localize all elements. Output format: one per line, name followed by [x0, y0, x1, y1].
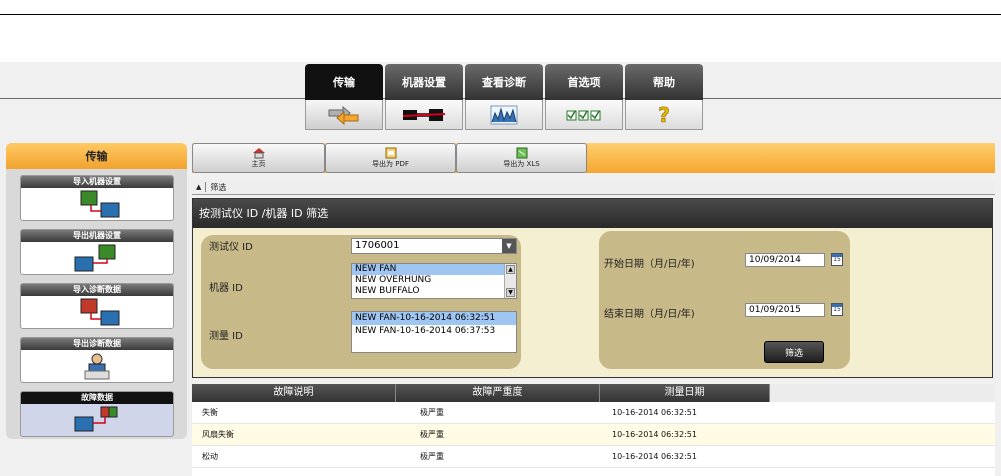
date-filter-group: 开始日期（月/日/年) 10/09/2014 15 结束日期（月/日/年) 01… — [599, 231, 850, 369]
tab-label: 传输 — [305, 64, 383, 100]
measure-date: 10-16-2014 06:32:51 — [612, 408, 697, 417]
export-data-icon — [21, 350, 173, 382]
chevron-down-icon[interactable]: ▼ — [502, 239, 516, 253]
nav-item-label: 故障数据 — [21, 392, 173, 404]
divider — [205, 182, 207, 192]
fault-data-icon — [21, 404, 173, 436]
nav-item-label: 导入诊断数据 — [21, 284, 173, 296]
filter-panel: 按测试仪 ID /机器 ID 筛选 测试仪 ID 1706001 ▼ 机器 ID… — [192, 198, 993, 378]
main-tabs: 传输 机器设置 查看诊断 首选项 帮助 ? — [305, 64, 703, 130]
transfer-icon — [305, 100, 383, 130]
nav-import-machine-setup[interactable]: 导入机器设置 — [20, 175, 174, 221]
fault-description: 风扇失衡 — [202, 430, 234, 439]
export-setup-icon — [21, 242, 173, 274]
scroll-up-icon[interactable]: ▲ — [506, 265, 515, 274]
tester-id-select[interactable]: 1706001 ▼ — [351, 238, 517, 254]
filter-button[interactable]: 筛选 — [764, 341, 824, 363]
nav-fault-data[interactable]: 故障数据 — [20, 391, 174, 437]
tab-transfer[interactable]: 传输 — [305, 64, 383, 130]
measure-id-label: 测量 ID — [209, 331, 243, 342]
nav-export-diagnosis-data[interactable]: 导出诊断数据 — [20, 337, 174, 383]
pdf-label: 导出为 PDF — [372, 160, 409, 168]
id-filter-group: 测试仪 ID 1706001 ▼ 机器 ID NEW FAN NEW OVERH… — [201, 235, 521, 369]
list-item[interactable]: NEW FAN-10-16-2014 06:32:51 — [352, 312, 516, 325]
nav-item-label: 导出机器设置 — [21, 230, 173, 242]
tab-machine-setup[interactable]: 机器设置 — [385, 64, 463, 130]
top-divider — [0, 14, 1001, 15]
nav-import-diagnosis-data[interactable]: 导入诊断数据 — [20, 283, 174, 329]
measure-id-list[interactable]: NEW FAN-10-16-2014 06:32:51 NEW FAN-10-1… — [351, 311, 517, 353]
machine-setup-icon — [385, 100, 463, 130]
start-date-input[interactable]: 10/09/2014 — [745, 253, 825, 267]
table-row[interactable]: 风扇失衡 极严重 10-16-2014 06:32:51 — [192, 424, 995, 446]
tab-label: 机器设置 — [385, 64, 463, 100]
home-button[interactable]: 主页 — [192, 143, 325, 173]
table-row[interactable]: 松动 极严重 10-16-2014 06:32:51 — [192, 446, 995, 468]
column-header[interactable]: 测量日期 — [600, 384, 770, 402]
measure-date: 10-16-2014 06:32:51 — [612, 452, 697, 461]
fault-description: 失衡 — [202, 408, 218, 417]
left-panel-title: 传输 — [6, 143, 187, 169]
tab-view-diagnosis[interactable]: 查看诊断 — [465, 64, 543, 130]
tab-help[interactable]: 帮助 ? — [625, 64, 703, 130]
import-setup-icon — [21, 188, 173, 220]
fault-severity: 极严重 — [420, 430, 444, 439]
filter-bar-label: 筛选 — [210, 182, 227, 192]
export-pdf-button[interactable]: 导出为 PDF — [325, 143, 456, 173]
start-date-label: 开始日期（月/日/年) — [604, 259, 695, 270]
end-date-label: 结束日期（月/日/年) — [604, 309, 695, 320]
list-item[interactable]: NEW BUFFALO — [352, 286, 516, 297]
collapse-toggle-icon[interactable]: ▲ — [196, 183, 201, 191]
tab-label: 首选项 — [545, 64, 623, 100]
filter-panel-title: 按测试仪 ID /机器 ID 筛选 — [193, 199, 992, 228]
list-item[interactable]: NEW FAN-10-16-2014 06:37:53 — [352, 325, 516, 338]
table-row[interactable]: 失衡 极严重 10-16-2014 06:32:51 — [192, 402, 995, 424]
fault-description: 松动 — [202, 452, 218, 461]
preferences-icon — [545, 100, 623, 130]
tester-id-value: 1706001 — [355, 240, 400, 251]
import-data-icon — [21, 296, 173, 328]
tester-id-label: 测试仪 ID — [209, 242, 253, 253]
home-icon — [252, 148, 265, 159]
left-panel: 传输 导入机器设置 导出机器设置 导入诊断数据 导出诊断数据 故障数据 — [6, 143, 187, 439]
nav-item-label: 导出诊断数据 — [21, 338, 173, 350]
view-diagnosis-icon — [465, 100, 543, 130]
calendar-icon[interactable]: 15 — [831, 303, 843, 316]
tab-label: 查看诊断 — [465, 64, 543, 100]
scroll-down-icon[interactable]: ▼ — [506, 288, 515, 297]
measure-date: 10-16-2014 06:32:51 — [612, 430, 697, 439]
end-date-input[interactable]: 01/09/2015 — [745, 303, 825, 317]
toolbar: 主页 导出为 PDF 导出为 XLS — [192, 143, 995, 173]
export-xls-button[interactable]: 导出为 XLS — [456, 143, 587, 173]
xls-icon — [516, 147, 527, 159]
machine-id-list[interactable]: NEW FAN NEW OVERHUNG NEW BUFFALO ▲ ▼ — [351, 263, 517, 299]
xls-label: 导出为 XLS — [503, 160, 540, 168]
fault-severity: 极严重 — [420, 452, 444, 461]
nav-export-machine-setup[interactable]: 导出机器设置 — [20, 229, 174, 275]
machine-id-label: 机器 ID — [209, 283, 243, 294]
table-header: 故障说明 故障严重度 测量日期 — [192, 384, 995, 402]
list-item[interactable]: NEW OVERHUNG — [352, 275, 516, 286]
filter-bar: ▲ 筛选 — [192, 180, 995, 195]
tab-label: 帮助 — [625, 64, 703, 100]
fault-table: 故障说明 故障严重度 测量日期 失衡 极严重 10-16-2014 06:32:… — [192, 384, 995, 476]
home-label: 主页 — [251, 160, 266, 168]
column-header[interactable]: 故障严重度 — [396, 384, 600, 402]
calendar-icon[interactable]: 15 — [831, 253, 843, 266]
svg-text:?: ? — [658, 104, 670, 126]
help-icon: ? — [625, 100, 703, 130]
column-header[interactable]: 故障说明 — [192, 384, 396, 402]
app-root: 传输 机器设置 查看诊断 首选项 帮助 ? 传输 导入机器设置 导出机器设置 导… — [0, 0, 1001, 476]
scrollbar[interactable]: ▲ ▼ — [504, 264, 516, 298]
pdf-icon — [385, 147, 396, 159]
tab-preferences[interactable]: 首选项 — [545, 64, 623, 130]
nav-item-label: 导入机器设置 — [21, 176, 173, 188]
list-item[interactable]: NEW FAN — [352, 264, 516, 275]
fault-severity: 极严重 — [420, 408, 444, 417]
